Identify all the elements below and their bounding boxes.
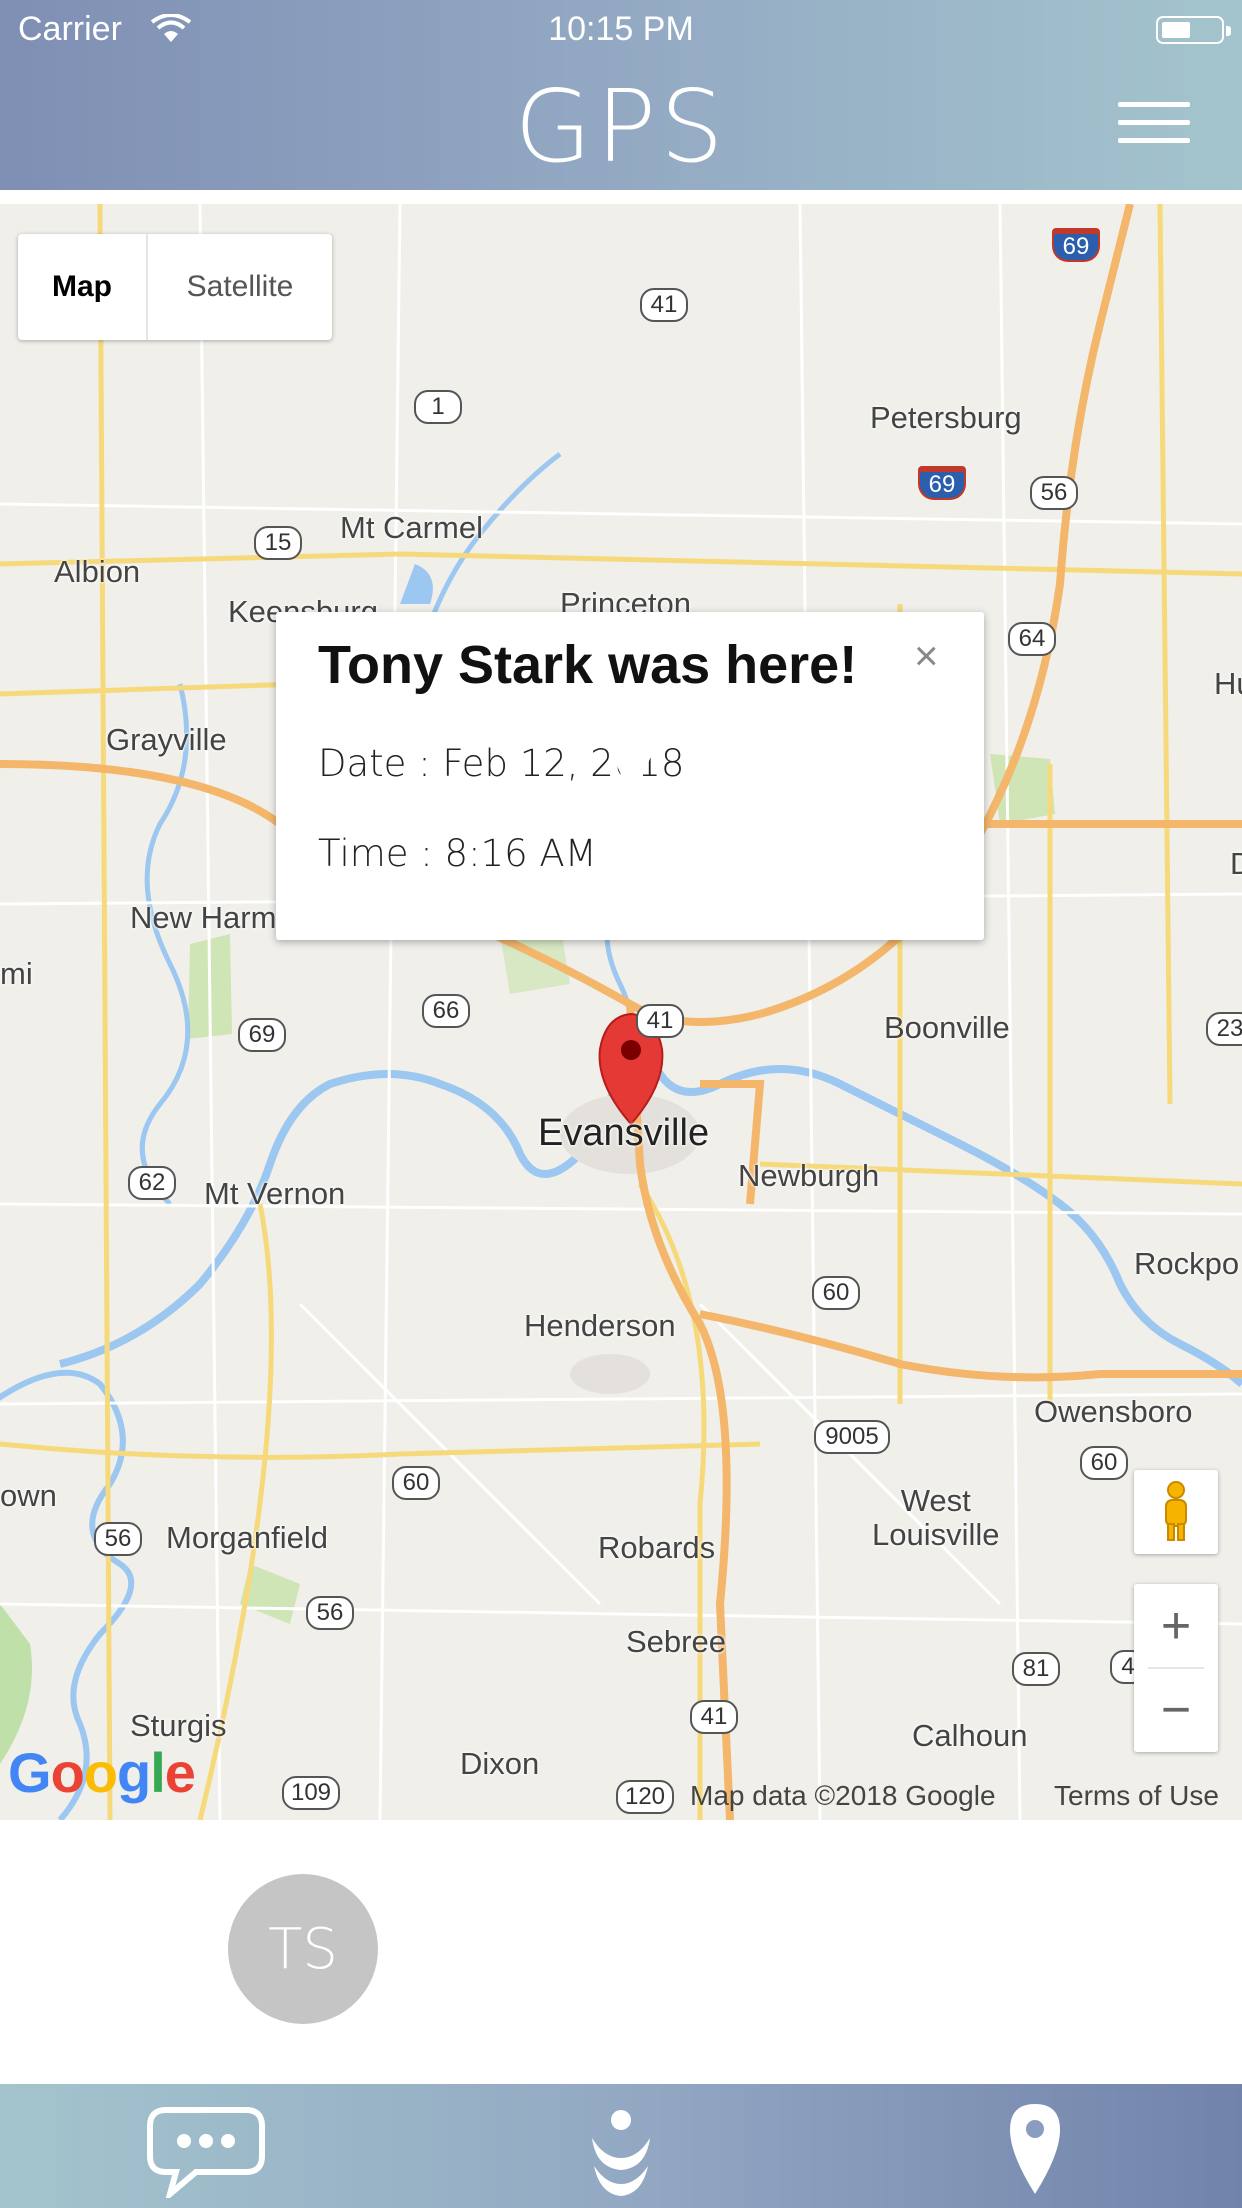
route-shield: 66	[422, 994, 470, 1028]
bottom-tab-bar	[0, 2084, 1242, 2208]
place-label: Dixon	[460, 1746, 540, 1781]
place-label: Mt Carmel	[340, 510, 483, 545]
route-shield: 109	[282, 1776, 340, 1810]
place-label: Mt Vernon	[204, 1176, 346, 1211]
route-shield: 56	[306, 1596, 354, 1630]
avatar[interactable]: TS	[228, 1874, 378, 2024]
location-pin-icon	[1010, 2104, 1060, 2194]
tab-location[interactable]	[1008, 2102, 1062, 2201]
place-label: D	[1230, 846, 1242, 881]
hamburger-menu-button[interactable]	[1118, 102, 1190, 146]
route-shield: 23	[1206, 1012, 1242, 1046]
route-shield: 62	[128, 1166, 176, 1200]
route-shield: 60	[812, 1276, 860, 1310]
place-label: Rockpo	[1134, 1246, 1240, 1281]
place-label: West Louisville	[872, 1483, 1000, 1552]
zoom-out-button[interactable]: −	[1134, 1668, 1218, 1752]
zoom-control: + −	[1134, 1584, 1218, 1752]
route-shield: 60	[1080, 1446, 1128, 1480]
battery-icon	[1156, 16, 1231, 44]
status-bar: Carrier 10:15 PM	[0, 0, 1242, 62]
place-label: Morganfield	[166, 1520, 328, 1555]
route-shield: 41	[640, 288, 688, 322]
tab-activity[interactable]	[586, 2108, 656, 2203]
info-window-close-button[interactable]: ×	[914, 632, 939, 680]
route-shield: 56	[1030, 476, 1078, 510]
place-label: Calhoun	[912, 1718, 1028, 1753]
place-label: Newburgh	[738, 1158, 880, 1193]
place-label: Boonville	[884, 1010, 1010, 1045]
place-label: Petersburg	[870, 400, 1022, 435]
route-shield: 56	[94, 1522, 142, 1556]
google-logo: Google	[8, 1741, 196, 1804]
route-shield: 9005	[814, 1420, 890, 1454]
place-label: Robards	[598, 1530, 716, 1565]
route-shield: 41	[636, 1004, 684, 1038]
street-view-pegman-button[interactable]	[1134, 1470, 1218, 1554]
route-shield: 60	[392, 1466, 440, 1500]
route-shield: 120	[616, 1780, 674, 1814]
place-label: Sebree	[626, 1624, 726, 1659]
tab-messages[interactable]	[146, 2106, 266, 2203]
place-label: Grayville	[106, 722, 227, 757]
place-label-evansville: Evansville	[538, 1112, 710, 1154]
app-header: Carrier 10:15 PM GPS	[0, 0, 1242, 190]
map-view[interactable]: Petersburg Mt Carmel Albion Keensburg Pr…	[0, 204, 1242, 1820]
info-window-time: Time : 8:16 AM	[318, 832, 597, 875]
info-window-pointer	[604, 736, 660, 800]
interstate-shield: 69	[918, 466, 966, 500]
route-shield: 41	[690, 1700, 738, 1734]
route-shield: 64	[1008, 622, 1056, 656]
map-tiles	[0, 204, 1242, 1820]
place-label: Sturgis	[130, 1708, 227, 1743]
status-time: 10:15 PM	[548, 10, 694, 48]
route-shield: 1	[414, 390, 462, 424]
map-type-map-button[interactable]: Map	[18, 234, 148, 340]
place-label: mi	[0, 956, 33, 991]
page-title: GPS	[514, 68, 728, 185]
place-label: Owensboro	[1034, 1394, 1193, 1429]
pegman-icon	[1165, 1481, 1187, 1541]
place-label: Albion	[54, 554, 141, 589]
chat-icon	[147, 2107, 265, 2203]
route-shield: 81	[1012, 1652, 1060, 1686]
place-label: Henderson	[524, 1308, 676, 1343]
map-attribution: Map data ©2018 Google	[690, 1780, 996, 1811]
zoom-in-button[interactable]: +	[1134, 1584, 1218, 1668]
map-type-control: Map Satellite	[18, 234, 332, 340]
place-label: New Harm	[130, 900, 277, 935]
map-type-satellite-button[interactable]: Satellite	[148, 234, 332, 340]
route-shield: 15	[254, 526, 302, 560]
place-label: Hu	[1214, 666, 1242, 701]
route-shield: 69	[238, 1018, 286, 1052]
activity-icon	[592, 2110, 650, 2196]
info-window-title: Tony Stark was here!	[318, 635, 858, 695]
place-label: own	[0, 1478, 57, 1513]
terms-of-use-link[interactable]: Terms of Use	[1054, 1780, 1219, 1812]
interstate-shield: 69	[1052, 228, 1100, 262]
